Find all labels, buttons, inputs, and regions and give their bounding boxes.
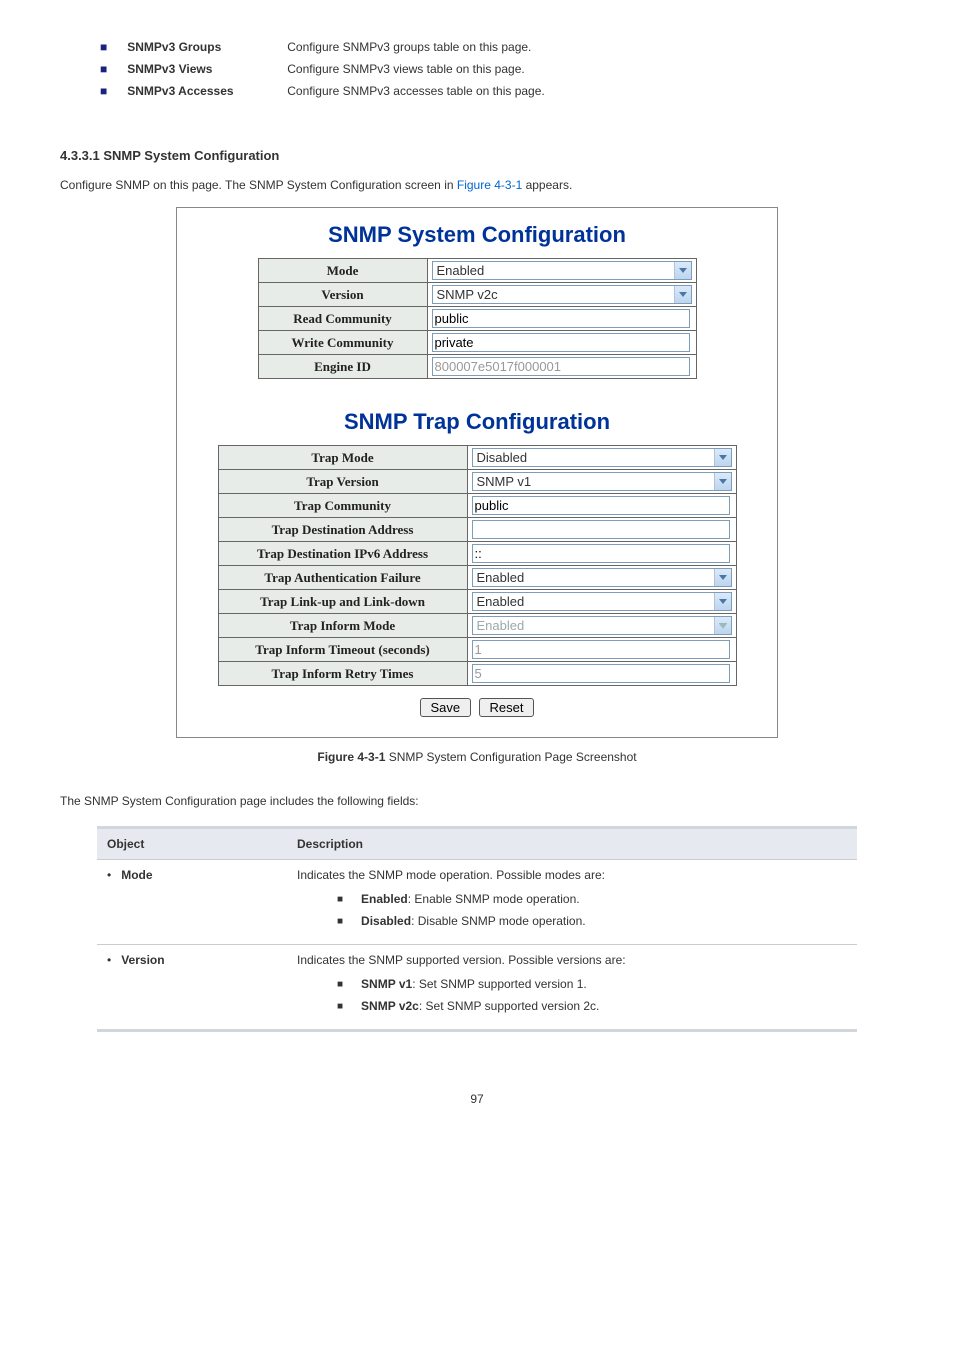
trap-community-input[interactable] [472,496,730,515]
chevron-down-icon [714,593,731,610]
snmp-trap-table: Trap Mode Disabled Trap Version SNMP v1 … [218,445,737,686]
sub-text: : Set SNMP supported version 1. [412,977,587,991]
label-version: Version [258,283,427,307]
fields-header-object: Object [97,828,287,860]
engine-id-input [432,357,690,376]
panel2-title: SNMP Trap Configuration [197,409,757,435]
label-write-community: Write Community [258,331,427,355]
button-row: Save Reset [197,698,757,717]
top-bullet-list: ■ SNMPv3 Groups Configure SNMPv3 groups … [60,40,894,98]
bullet-label: SNMPv3 Groups [127,40,287,54]
select-value: Enabled [433,262,674,279]
sub-item: Enabled: Enable SNMP mode operation. [337,892,847,906]
config-panel: SNMP System Configuration Mode Enabled V… [176,207,778,738]
sub-text: : Set SNMP supported version 2c. [419,999,600,1013]
label-trap-link: Trap Link-up and Link-down [218,590,467,614]
sub-item: SNMP v1: Set SNMP supported version 1. [337,977,847,991]
bullet-desc: Configure SNMPv3 views table on this pag… [287,62,524,76]
section-heading: 4.3.3.1 SNMP System Configuration [60,148,894,163]
mode-select[interactable]: Enabled [432,261,692,280]
chevron-down-icon [714,569,731,586]
square-bullet-icon: ■ [100,40,107,54]
bullet-item: ■ SNMPv3 Groups Configure SNMPv3 groups … [100,40,894,54]
figure-caption-prefix: Figure 4-3-1 [317,750,385,764]
select-value: Enabled [473,593,714,610]
read-community-input[interactable] [432,309,690,328]
snmp-system-table: Mode Enabled Version SNMP v2c Read Commu… [258,258,697,379]
sub-label: SNMP v1 [361,977,412,991]
label-trap-community: Trap Community [218,494,467,518]
trap-retry-input [472,664,730,683]
bullet-item: ■ SNMPv3 Views Configure SNMPv3 views ta… [100,62,894,76]
field-obj: Mode [121,868,152,882]
label-trap-version: Trap Version [218,470,467,494]
reset-button[interactable]: Reset [479,698,535,717]
bullet-desc: Configure SNMPv3 groups table on this pa… [287,40,531,54]
bullet-desc: Configure SNMPv3 accesses table on this … [287,84,544,98]
bullet-label: SNMPv3 Accesses [127,84,287,98]
chevron-down-icon [714,449,731,466]
intro-a: Configure SNMP on this page. The SNMP Sy… [60,178,457,192]
label-trap-auth: Trap Authentication Failure [218,566,467,590]
figure-caption: Figure 4-3-1 SNMP System Configuration P… [60,750,894,764]
sub-item: Disabled: Disable SNMP mode operation. [337,914,847,928]
intro-text: Configure SNMP on this page. The SNMP Sy… [60,178,894,192]
label-read-community: Read Community [258,307,427,331]
label-trap-dest: Trap Destination Address [218,518,467,542]
save-button[interactable]: Save [420,698,472,717]
sub-text: : Enable SNMP mode operation. [408,892,580,906]
sub-label: SNMP v2c [361,999,419,1013]
label-trap-timeout: Trap Inform Timeout (seconds) [218,638,467,662]
select-value: Disabled [473,449,714,466]
select-value: Enabled [473,569,714,586]
chevron-down-icon [674,262,691,279]
trap-dest-input[interactable] [472,520,730,539]
panel1-title: SNMP System Configuration [197,222,757,248]
trap-auth-select[interactable]: Enabled [472,568,732,587]
select-value: Enabled [473,617,714,634]
select-value: SNMP v2c [433,286,674,303]
sub-item: SNMP v2c: Set SNMP supported version 2c. [337,999,847,1013]
field-desc: Indicates the SNMP mode operation. Possi… [297,868,605,882]
trap-link-select[interactable]: Enabled [472,592,732,611]
bullet-item: ■ SNMPv3 Accesses Configure SNMPv3 acces… [100,84,894,98]
bullet-label: SNMPv3 Views [127,62,287,76]
page-number: 97 [60,1092,894,1106]
trap-mode-select[interactable]: Disabled [472,448,732,467]
version-select[interactable]: SNMP v2c [432,285,692,304]
intro-b: appears. [522,178,572,192]
write-community-input[interactable] [432,333,690,352]
select-value: SNMP v1 [473,473,714,490]
label-trap-retry: Trap Inform Retry Times [218,662,467,686]
chevron-down-icon [714,617,731,634]
trap-version-select[interactable]: SNMP v1 [472,472,732,491]
square-bullet-icon: ■ [100,84,107,98]
trap-timeout-input [472,640,730,659]
label-trap-inform: Trap Inform Mode [218,614,467,638]
sub-label: Disabled [361,914,411,928]
trap-inform-select: Enabled [472,616,732,635]
label-trap-dest-ipv6: Trap Destination IPv6 Address [218,542,467,566]
chevron-down-icon [714,473,731,490]
chevron-down-icon [674,286,691,303]
trap-dest-ipv6-input[interactable] [472,544,730,563]
label-trap-mode: Trap Mode [218,446,467,470]
field-desc: Indicates the SNMP supported version. Po… [297,953,626,967]
sub-text: : Disable SNMP mode operation. [411,914,586,928]
field-obj: Version [121,953,164,967]
square-bullet-icon: ■ [100,62,107,76]
label-mode: Mode [258,259,427,283]
fields-header-description: Description [287,828,857,860]
fields-table: Object Description Mode Indicates the SN… [97,826,857,1032]
figure-caption-text: SNMP System Configuration Page Screensho… [385,750,636,764]
intro-link[interactable]: Figure 4-3-1 [457,178,522,192]
label-engine-id: Engine ID [258,355,427,379]
description-text: The SNMP System Configuration page inclu… [60,794,894,808]
sub-label: Enabled [361,892,408,906]
